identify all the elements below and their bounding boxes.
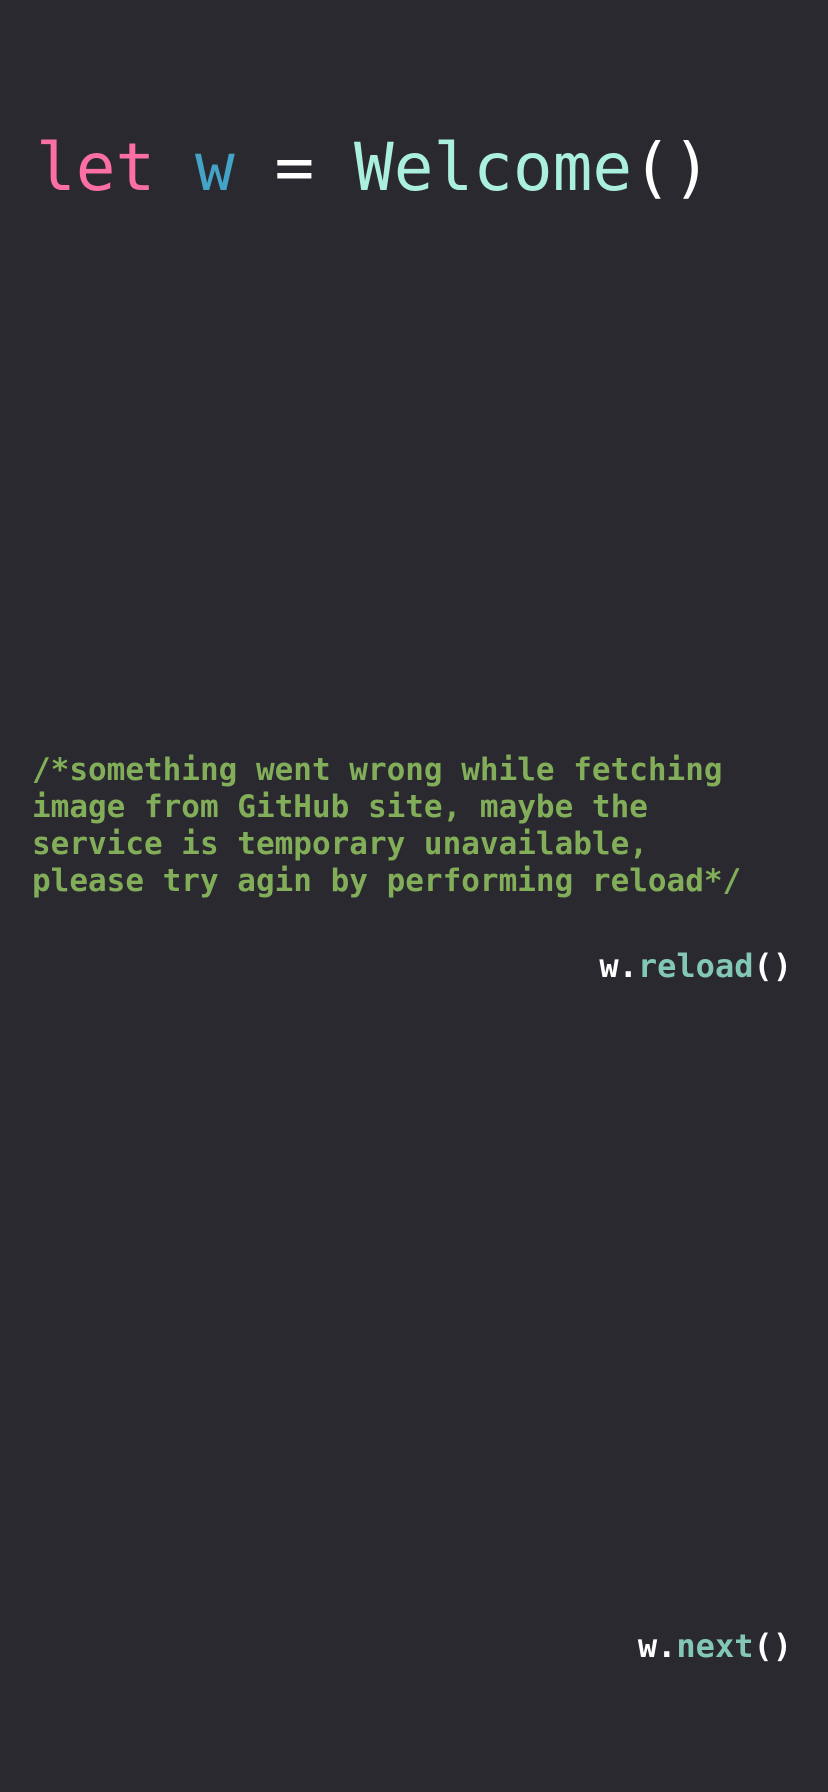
error-comment-line: service is temporary unavailable, bbox=[32, 826, 648, 862]
error-comment-line: /*something went wrong while fetching bbox=[32, 752, 723, 788]
error-comment-line: image from GitHub site, maybe the bbox=[32, 789, 648, 825]
error-comment: /*something went wrong while fetching ima… bbox=[32, 752, 812, 900]
next-method: next bbox=[676, 1627, 754, 1665]
reload-args: () bbox=[753, 947, 792, 985]
error-comment-line: please try agin by performing reload*/ bbox=[32, 863, 742, 899]
assignment-operator: = bbox=[274, 129, 315, 206]
heading-parens: () bbox=[632, 129, 712, 206]
reload-method: reload bbox=[637, 947, 754, 985]
next-button[interactable]: w.next() bbox=[638, 1626, 792, 1666]
keyword-let: let bbox=[36, 129, 156, 206]
next-args: () bbox=[753, 1627, 792, 1665]
welcome-class-name: Welcome bbox=[353, 129, 633, 206]
welcome-heading: let w = Welcome() bbox=[36, 128, 712, 208]
variable-w: w bbox=[194, 129, 235, 206]
next-object: w. bbox=[637, 1627, 677, 1665]
reload-object: w. bbox=[599, 947, 638, 985]
reload-button[interactable]: w.reload() bbox=[599, 946, 792, 986]
